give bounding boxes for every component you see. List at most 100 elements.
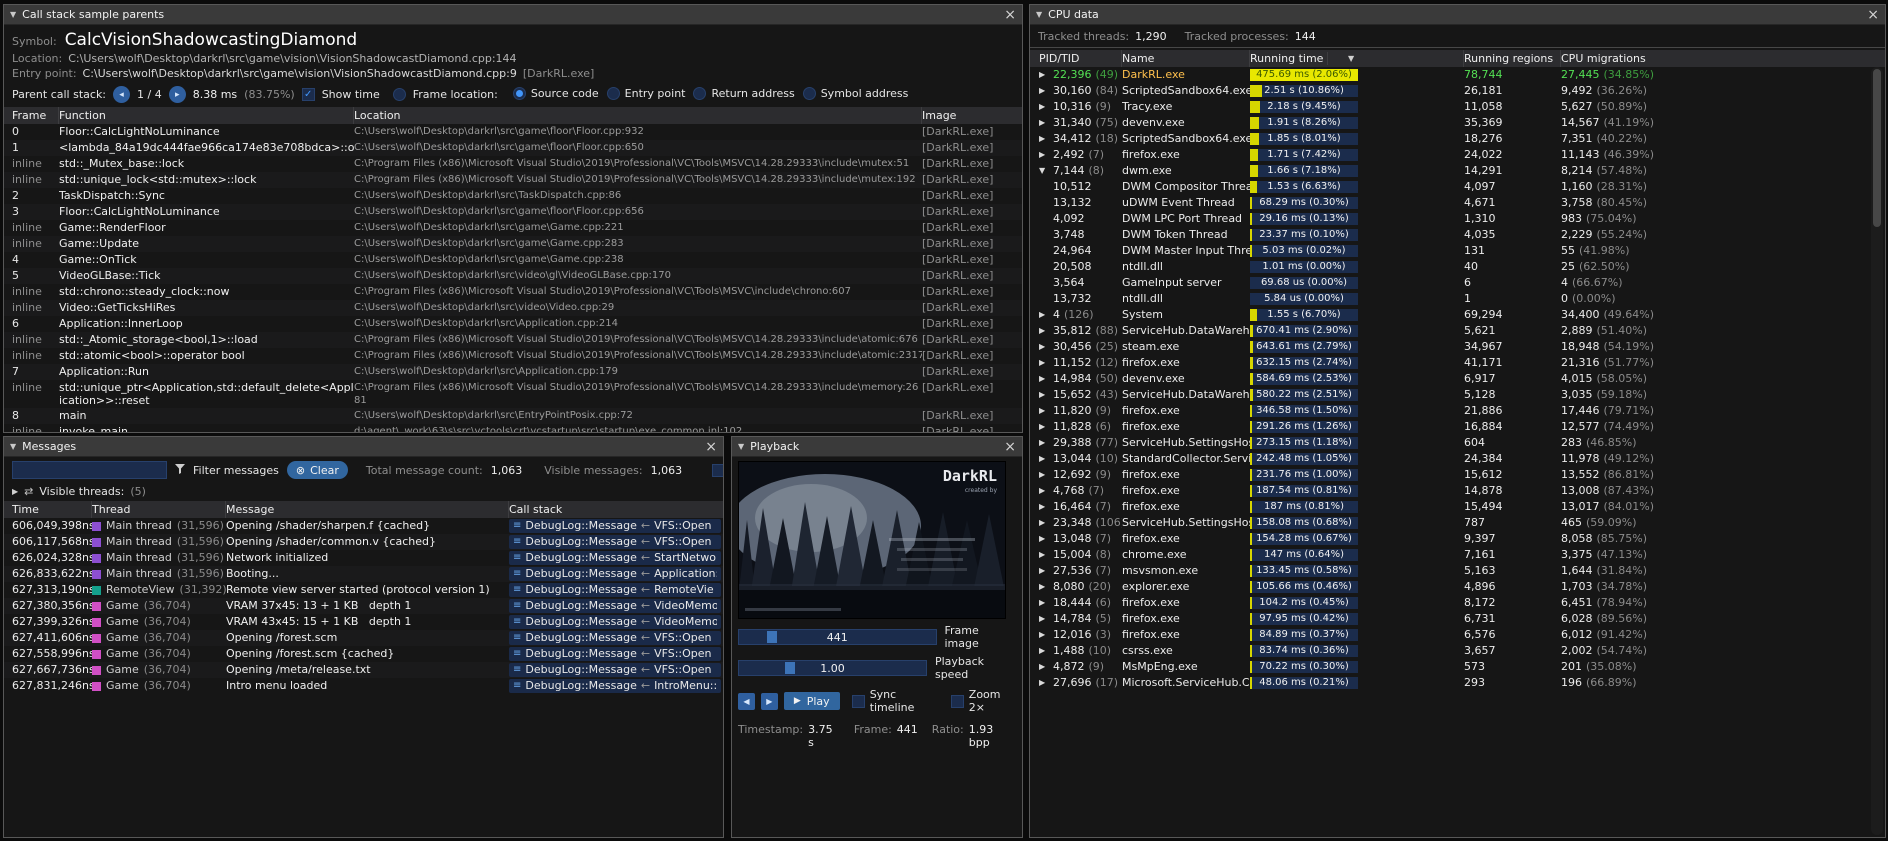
message-callstack-cell[interactable]: ≡DebugLog::Message←IntroMenu:: <box>509 678 723 694</box>
expand-icon[interactable]: ▶ <box>1039 115 1049 131</box>
callstack-frame-row[interactable]: inlineGame::UpdateC:\Users\wolf\Desktop\… <box>4 236 1022 252</box>
callstack-frame-row[interactable]: inlineinvoke_maind:\agent\_work\63\s\src… <box>4 424 1022 432</box>
message-row[interactable]: 627,831,246nsGame(36,704)Intro menu load… <box>4 678 723 694</box>
callstack-frame-row[interactable]: inlinestd::_Mutex_base::lockC:\Program F… <box>4 156 1022 172</box>
callstack-pill[interactable]: ≡DebugLog::Message←VFS::Open <box>509 631 721 645</box>
expand-icon[interactable]: ▶ <box>1039 563 1049 579</box>
radio-label[interactable]: Source code <box>531 87 599 100</box>
column-header-image[interactable]: Image <box>922 107 1022 124</box>
expand-icon[interactable]: ▶ <box>1039 643 1049 659</box>
column-header-pid-tid[interactable]: PID/TID <box>1039 50 1122 67</box>
callstack-frame-row[interactable]: 8mainC:\Users\wolf\Desktop\darkrl\src\En… <box>4 408 1022 424</box>
callstack-frame-row[interactable]: 5VideoGLBase::TickC:\Users\wolf\Desktop\… <box>4 268 1022 284</box>
close-icon[interactable]: × <box>705 440 717 454</box>
cpu-thread-row[interactable]: ▶14,784(5)firefox.exe97.95 ms (0.42%)6,7… <box>1030 611 1885 627</box>
expand-icon[interactable]: ▶ <box>1039 403 1049 419</box>
show-frame-checkbox[interactable] <box>712 464 723 477</box>
column-header-time[interactable]: Time <box>12 501 92 518</box>
column-header-location[interactable]: Location <box>354 107 922 124</box>
expand-icon[interactable]: ▶ <box>1039 307 1049 323</box>
message-row[interactable]: 626,024,328nsMain thread(31,596)Network … <box>4 550 723 566</box>
callstack-pill[interactable]: ≡DebugLog::Message←VFS::Open <box>509 535 721 549</box>
cpu-thread-row[interactable]: ▶16,464(7)firefox.exe187 ms (0.81%)15,49… <box>1030 499 1885 515</box>
cpu-thread-row[interactable]: ▶31,340(75)devenv.exe1.91 s (8.26%)35,36… <box>1030 115 1885 131</box>
expand-icon[interactable]: ▶ <box>1039 147 1049 163</box>
playback-speed-slider[interactable]: 1.00 <box>738 660 927 676</box>
expand-icon[interactable]: ▶ <box>1039 547 1049 563</box>
frame-location-radio[interactable]: Source code <box>513 87 599 100</box>
cpu-thread-row[interactable]: ▶27,696(17)Microsoft.ServiceHub.Co48.06 … <box>1030 675 1885 691</box>
callstack-pill[interactable]: ≡DebugLog::Message←VFS::Open <box>509 663 721 677</box>
cpu-thread-row[interactable]: ▶11,820(9)firefox.exe346.58 ms (1.50%)21… <box>1030 403 1885 419</box>
callstack-frame-row[interactable]: inlinestd::atomic<bool>::operator boolC:… <box>4 348 1022 364</box>
cpu-thread-row[interactable]: 3,564GameInput server69.68 us (0.00%)64(… <box>1030 275 1885 291</box>
callstack-frame-row[interactable]: 4Game::OnTickC:\Users\wolf\Desktop\darkr… <box>4 252 1022 268</box>
callstack-frame-row[interactable]: 0Floor::CalcLightNoLuminanceC:\Users\wol… <box>4 124 1022 140</box>
expand-icon[interactable]: ▶ <box>1039 611 1049 627</box>
radio-icon[interactable] <box>803 87 816 100</box>
visible-threads-label[interactable]: Visible threads: <box>39 485 124 498</box>
expand-icon[interactable]: ▶ <box>1039 83 1049 99</box>
column-header-running-regions[interactable]: Running regions <box>1464 50 1561 67</box>
expand-icon[interactable]: ▶ <box>1039 323 1049 339</box>
show-time-checkbox[interactable]: ✓ <box>302 88 315 101</box>
column-header-message[interactable]: Message <box>226 501 509 518</box>
callstack-frame-row[interactable]: inlinestd::unique_ptr<Application,std::d… <box>4 380 1022 408</box>
clear-button[interactable]: ⊗ Clear <box>287 461 348 479</box>
message-callstack-cell[interactable]: ≡DebugLog::Message←StartNetwo <box>509 550 723 566</box>
callstack-pill[interactable]: ≡DebugLog::Message←Application: <box>509 567 721 581</box>
radio-icon[interactable] <box>693 87 706 100</box>
callstack-pill[interactable]: ≡DebugLog::Message←VFS::Open <box>509 647 721 661</box>
frame-location-radio[interactable]: Symbol address <box>803 87 909 100</box>
callstack-frame-row[interactable]: inlineVideo::GetTicksHiResC:\Users\wolf\… <box>4 300 1022 316</box>
prev-frame-button[interactable]: ◀ <box>738 693 755 710</box>
cpu-thread-row[interactable]: ▶10,316(9)Tracy.exe2.18 s (9.45%)11,0585… <box>1030 99 1885 115</box>
message-row[interactable]: 626,833,622nsMain thread(31,596)Booting.… <box>4 566 723 582</box>
cpu-thread-row[interactable]: ▶27,536(7)msvsmon.exe133.45 ms (0.58%)5,… <box>1030 563 1885 579</box>
expand-icon[interactable]: ▶ <box>1039 67 1049 83</box>
callstack-frame-row[interactable]: inlinestd::unique_lock<std::mutex>::lock… <box>4 172 1022 188</box>
radio-label[interactable]: Return address <box>711 87 794 100</box>
expand-icon[interactable]: ▶ <box>1039 627 1049 643</box>
callstack-frame-row[interactable]: 7Application::RunC:\Users\wolf\Desktop\d… <box>4 364 1022 380</box>
cpu-thread-row[interactable]: ▶4,768(7)firefox.exe187.54 ms (0.81%)14,… <box>1030 483 1885 499</box>
collapse-icon[interactable]: ▼ <box>10 10 16 19</box>
message-row[interactable]: 627,558,996nsGame(36,704)Opening /forest… <box>4 646 723 662</box>
frame-image-slider[interactable]: 441 <box>738 629 937 645</box>
close-icon[interactable]: × <box>1004 8 1016 22</box>
expand-icon[interactable]: ▶ <box>1039 659 1049 675</box>
message-callstack-cell[interactable]: ≡DebugLog::Message←RemoteVie <box>509 582 723 598</box>
next-parent-button[interactable]: ▸ <box>169 86 186 103</box>
column-header-function[interactable]: Function <box>59 107 354 124</box>
cpu-thread-row[interactable]: ▶8,080(20)explorer.exe105.66 ms (0.46%)4… <box>1030 579 1885 595</box>
message-callstack-cell[interactable]: ≡DebugLog::Message←Application: <box>509 566 723 582</box>
callstack-frame-row[interactable]: inlinestd::chrono::steady_clock::nowC:\P… <box>4 284 1022 300</box>
column-header-frame[interactable]: Frame <box>12 107 59 124</box>
cpu-thread-row[interactable]: ▶11,152(12)firefox.exe632.15 ms (2.74%)4… <box>1030 355 1885 371</box>
zoom-2x-label[interactable]: Zoom 2× <box>969 688 1016 714</box>
radio-label[interactable]: Entry point <box>625 87 686 100</box>
cpu-thread-row[interactable]: ▶14,984(50)devenv.exe584.69 ms (2.53%)6,… <box>1030 371 1885 387</box>
cpu-thread-row[interactable]: ▶13,044(10)StandardCollector.Servic242.4… <box>1030 451 1885 467</box>
close-icon[interactable]: × <box>1004 440 1016 454</box>
sync-timeline-label[interactable]: Sync timeline <box>870 688 939 714</box>
cpu-thread-row[interactable]: ▶30,456(25)steam.exe643.61 ms (2.79%)34,… <box>1030 339 1885 355</box>
expand-icon[interactable]: ▶ <box>1039 579 1049 595</box>
column-header-callstack[interactable]: Call stack <box>509 501 723 518</box>
expand-icon[interactable]: ▶ <box>1039 371 1049 387</box>
expand-icon[interactable]: ▶ <box>1039 339 1049 355</box>
callstack-pill[interactable]: ≡DebugLog::Message←IntroMenu:: <box>509 679 721 693</box>
expand-icon[interactable]: ▶ <box>1039 467 1049 483</box>
cpu-thread-row[interactable]: ▶4,872(9)MsMpEng.exe70.22 ms (0.30%)5732… <box>1030 659 1885 675</box>
collapse-icon[interactable]: ▼ <box>1036 10 1042 19</box>
next-frame-button[interactable]: ▶ <box>761 693 778 710</box>
callstack-frame-row[interactable]: inlinestd::_Atomic_storage<bool,1>::load… <box>4 332 1022 348</box>
expand-icon[interactable]: ▶ <box>1039 515 1049 531</box>
cpu-thread-row[interactable]: 3,748DWM Token Thread23.37 ms (0.10%)4,0… <box>1030 227 1885 243</box>
message-row[interactable]: 606,049,398nsMain thread(31,596)Opening … <box>4 518 723 534</box>
expand-icon[interactable]: ▶ <box>1039 355 1049 371</box>
cpu-thread-row[interactable]: ▶15,652(43)ServiceHub.DataWarehou580.22 … <box>1030 387 1885 403</box>
cpu-thread-row[interactable]: ▶12,016(3)firefox.exe84.89 ms (0.37%)6,5… <box>1030 627 1885 643</box>
expand-icon[interactable]: ▶ <box>1039 595 1049 611</box>
cpu-thread-row[interactable]: ▶34,412(18)ScriptedSandbox64.exe1.85 s (… <box>1030 131 1885 147</box>
